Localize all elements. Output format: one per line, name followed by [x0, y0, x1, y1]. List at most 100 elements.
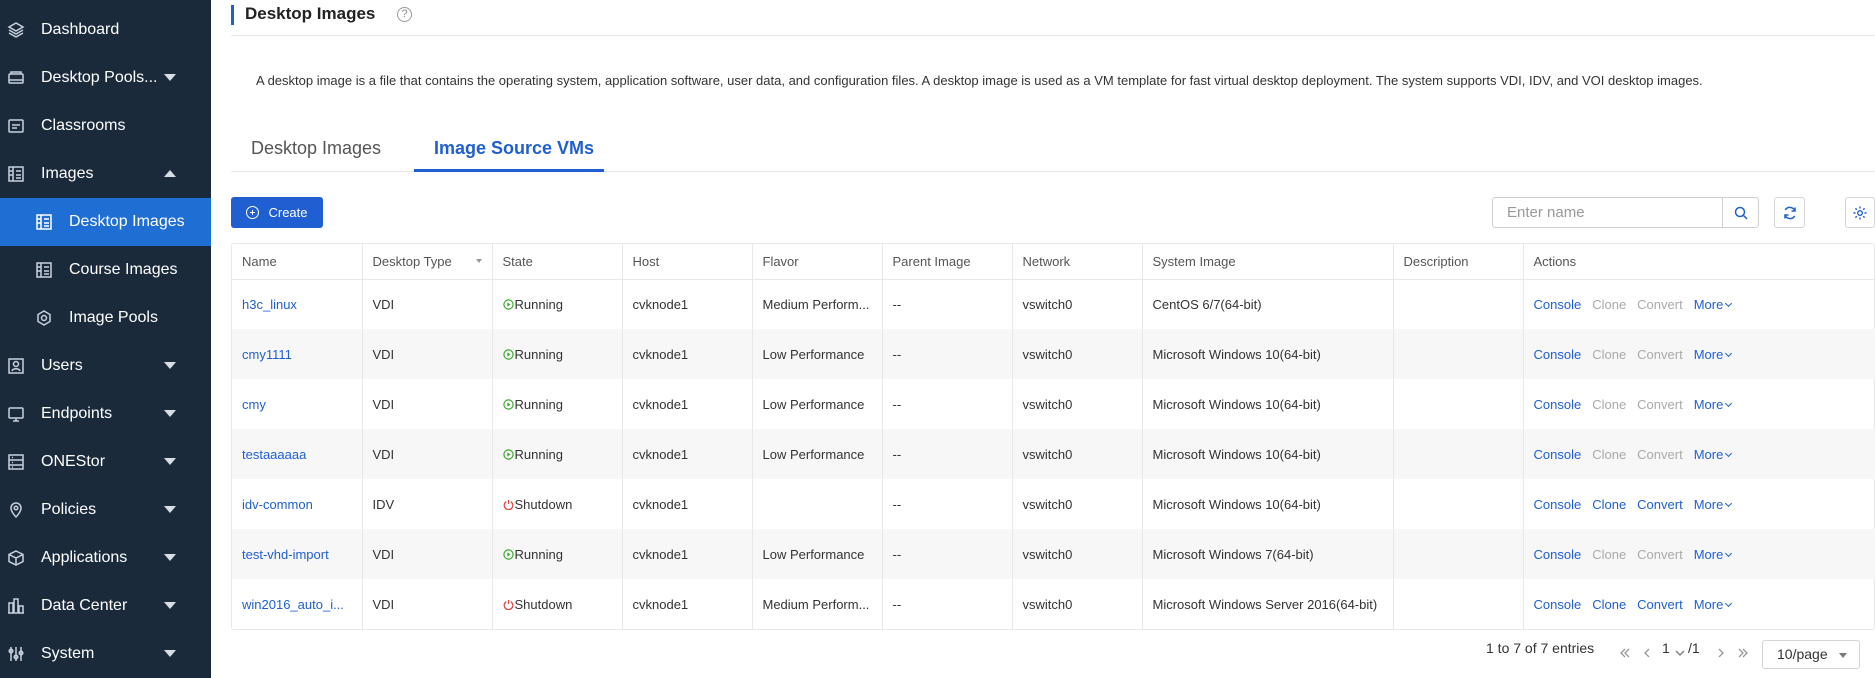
column-header-network[interactable]: Network: [1012, 244, 1143, 280]
chevron-up-icon[interactable]: [164, 170, 176, 177]
page-dropdown-icon[interactable]: [1673, 646, 1687, 660]
users-icon: [7, 357, 25, 375]
column-header-desktop-type[interactable]: Desktop Type: [362, 244, 493, 280]
sidebar-item-data-center[interactable]: Data Center: [0, 582, 211, 630]
chevron-down-icon[interactable]: [164, 74, 176, 81]
more-action[interactable]: More: [1694, 547, 1733, 562]
console-action[interactable]: Console: [1534, 397, 1582, 412]
chevron-down-icon[interactable]: [164, 410, 176, 417]
more-action[interactable]: More: [1694, 347, 1733, 362]
more-action[interactable]: More: [1694, 397, 1733, 412]
cell-system-image: Microsoft Windows 7(64-bit): [1142, 529, 1394, 579]
refresh-button[interactable]: [1774, 197, 1805, 228]
chevron-down-icon: [1725, 299, 1733, 307]
cell-parent-image: --: [882, 279, 1013, 329]
cell-host: cvknode1: [622, 479, 753, 529]
filter-caret-icon[interactable]: [475, 259, 482, 263]
page-size-select[interactable]: 10/page: [1762, 640, 1860, 669]
cell-name[interactable]: cmy1111: [232, 329, 363, 379]
action-label: More: [1693, 596, 1724, 612]
convert-action[interactable]: Convert: [1637, 497, 1683, 512]
console-action[interactable]: Console: [1534, 347, 1582, 362]
desktop-images-icon: [35, 213, 53, 231]
column-header-state[interactable]: State: [492, 244, 623, 280]
more-action[interactable]: More: [1693, 596, 1733, 612]
more-action[interactable]: More: [1694, 297, 1733, 312]
cell-name[interactable]: test-vhd-import: [232, 529, 363, 579]
tab-image-source-vms[interactable]: Image Source VMs: [434, 138, 594, 159]
cell-name[interactable]: h3c_linux: [232, 279, 363, 329]
console-action[interactable]: Console: [1534, 497, 1582, 512]
current-page[interactable]: 1: [1662, 640, 1670, 656]
prev-page-icon[interactable]: [1640, 646, 1654, 660]
console-action[interactable]: Console: [1534, 447, 1582, 462]
sidebar-item-system[interactable]: System: [0, 630, 211, 678]
more-action[interactable]: More: [1694, 447, 1733, 462]
create-button[interactable]: Create: [231, 197, 323, 228]
column-header-flavor[interactable]: Flavor: [752, 244, 883, 280]
help-icon[interactable]: ?: [397, 7, 412, 22]
settings-button[interactable]: [1845, 197, 1875, 228]
chevron-down-icon[interactable]: [164, 506, 176, 513]
last-page-icon[interactable]: [1736, 646, 1750, 660]
chevron-down-icon[interactable]: [164, 458, 176, 465]
next-page-icon[interactable]: [1714, 646, 1728, 660]
sidebar-item-classrooms[interactable]: Classrooms: [0, 102, 211, 150]
cell-name[interactable]: idv-common: [232, 479, 363, 529]
sidebar-item-policies[interactable]: Policies: [0, 486, 211, 534]
cell-parent-image: --: [882, 379, 1013, 429]
cell-actions: Console Clone Convert More: [1523, 379, 1875, 429]
cell-parent-image: --: [882, 579, 1013, 629]
chevron-down-icon[interactable]: [164, 362, 176, 369]
cell-host: cvknode1: [622, 529, 753, 579]
chevron-down-icon[interactable]: [164, 554, 176, 561]
clone-action[interactable]: Clone: [1592, 597, 1626, 612]
column-header-system-image[interactable]: System Image: [1142, 244, 1394, 280]
console-action[interactable]: Console: [1534, 597, 1582, 612]
running-icon: [502, 348, 514, 360]
sidebar-item-image-pools[interactable]: Image Pools: [0, 294, 211, 342]
sidebar-item-desktop-pools[interactable]: Desktop Pools...: [0, 54, 211, 102]
search-button[interactable]: [1722, 198, 1758, 227]
sidebar-item-applications[interactable]: Applications: [0, 534, 211, 582]
chevron-down-icon[interactable]: [164, 602, 176, 609]
column-header-description[interactable]: Description: [1393, 244, 1524, 280]
column-header-parent-image[interactable]: Parent Image: [882, 244, 1013, 280]
column-header-name[interactable]: Name: [232, 244, 363, 280]
action-label: Clone: [1592, 296, 1627, 312]
gear-icon: [1853, 206, 1867, 219]
cell-desktop-type: VDI: [362, 379, 493, 429]
sidebar-item-onestor[interactable]: ONEStor: [0, 438, 211, 486]
cell-state: Running: [492, 529, 623, 579]
action-label: Convert: [1637, 546, 1683, 562]
cell-name[interactable]: testaaaaaa: [232, 429, 363, 479]
column-header-host[interactable]: Host: [622, 244, 753, 280]
total-pages: /1: [1688, 640, 1700, 656]
more-action[interactable]: More: [1694, 497, 1733, 512]
console-action[interactable]: Console: [1534, 547, 1582, 562]
sidebar-item-label: Desktop Pools...: [41, 69, 158, 86]
sidebar-item-users[interactable]: Users: [0, 342, 211, 390]
cell-system-image: Microsoft Windows 10(64-bit): [1142, 429, 1394, 479]
cell-actions: Console Clone Convert More: [1523, 429, 1875, 479]
search-input[interactable]: [1493, 198, 1721, 227]
sidebar-item-course-images[interactable]: Course Images: [0, 246, 211, 294]
sidebar-item-label: Image Pools: [69, 309, 158, 326]
chevron-down-icon[interactable]: [164, 650, 176, 657]
sidebar-item-desktop-images[interactable]: Desktop Images: [0, 198, 211, 246]
sidebar-item-images[interactable]: Images: [0, 150, 211, 198]
sidebar-item-endpoints[interactable]: Endpoints: [0, 390, 211, 438]
clone-action[interactable]: Clone: [1592, 497, 1626, 512]
convert-action[interactable]: Convert: [1637, 597, 1683, 612]
sidebar-item-dashboard[interactable]: Dashboard: [0, 6, 211, 54]
console-action[interactable]: Console: [1534, 297, 1582, 312]
tab-desktop-images[interactable]: Desktop Images: [251, 138, 381, 159]
cell-name[interactable]: cmy: [232, 379, 363, 429]
sidebar-item-label: Desktop Images: [69, 213, 185, 230]
action-label: Console: [1533, 596, 1582, 612]
cell-name[interactable]: win2016_auto_i...: [232, 579, 363, 629]
first-page-icon[interactable]: [1618, 646, 1632, 660]
state-label: Running: [514, 546, 563, 562]
sidebar-item-label: Data Center: [41, 597, 128, 614]
cell-description: [1393, 429, 1524, 479]
